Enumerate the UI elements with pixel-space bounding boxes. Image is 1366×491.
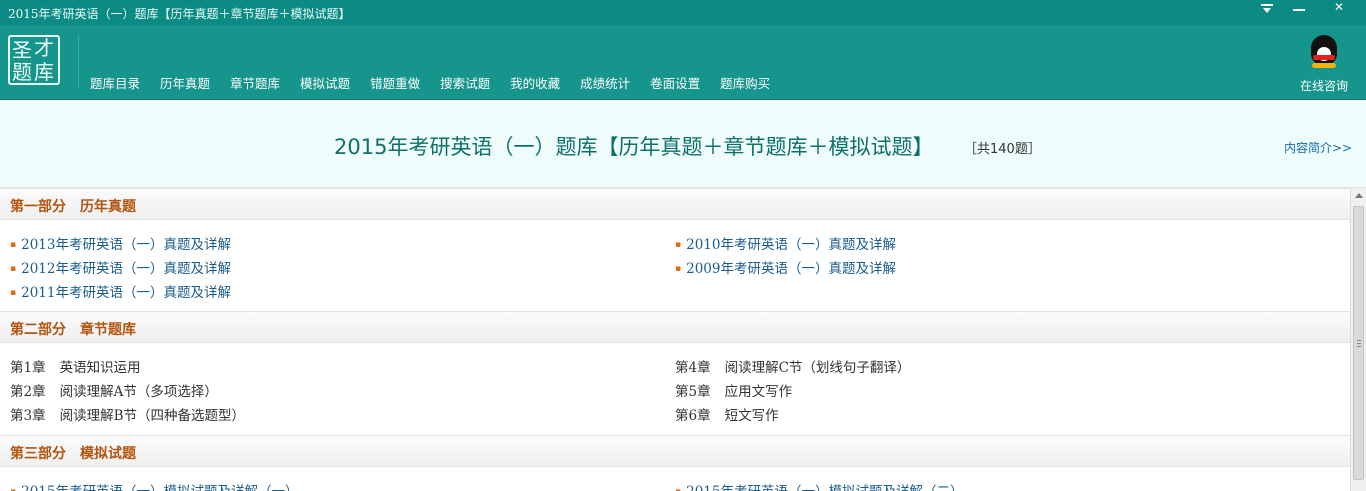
vertical-scrollbar[interactable] — [1350, 188, 1366, 491]
page-title: 2015年考研英语（一）题库【历年真题＋章节题库＋模拟试题】 — [334, 135, 934, 159]
section-title: 第一部分 历年真题 — [10, 199, 136, 215]
chapter-title: 阅读理解C节（划线句子翻译） — [724, 360, 911, 376]
section-header: 第一部分 历年真题 — [0, 188, 1350, 220]
app-logo: 圣 才 题 库 — [8, 35, 60, 85]
nav-page-settings[interactable]: 卷面设置 — [640, 75, 710, 95]
chapter-number: 第2章 — [10, 384, 46, 400]
qq-penguin-icon — [1309, 35, 1339, 69]
section-header: 第二部分 章节题库 — [0, 311, 1350, 343]
list-item-link[interactable]: 2010年考研英语（一）真题及详解 — [675, 233, 896, 253]
nav-purchase[interactable]: 题库购买 — [710, 75, 780, 95]
catalog-content: 第一部分 历年真题 2013年考研英语（一）真题及详解 2012年考研英语（一）… — [0, 188, 1350, 491]
nav-statistics[interactable]: 成绩统计 — [570, 75, 640, 95]
logo-char: 库 — [34, 60, 54, 84]
chapter-number: 第3章 — [10, 408, 46, 424]
close-button[interactable]: ✕ — [1320, 0, 1358, 16]
section-title: 第三部分 模拟试题 — [10, 446, 136, 462]
header-toolbar: 圣 才 题 库 题库目录 历年真题 章节题库 模拟试题 错题重做 搜索试题 我的… — [0, 25, 1366, 100]
chapter-title: 短文写作 — [724, 408, 779, 424]
chapter-item[interactable]: 第1章 英语知识运用 — [10, 356, 141, 376]
chapter-item[interactable]: 第6章 短文写作 — [675, 404, 779, 424]
window-title: 2015年考研英语（一）题库【历年真题＋章节题库＋模拟试题】 — [8, 7, 351, 21]
logo-char: 圣 — [12, 38, 32, 62]
scrollbar-thumb[interactable] — [1353, 206, 1364, 480]
nav-mock-tests[interactable]: 模拟试题 — [290, 75, 360, 95]
section-header: 第三部分 模拟试题 — [0, 435, 1350, 467]
title-bar: 2015年考研英语（一）题库【历年真题＋章节题库＋模拟试题】 ✕ — [0, 0, 1366, 25]
nav-chapter-bank[interactable]: 章节题库 — [220, 75, 290, 95]
chapter-item[interactable]: 第3章 阅读理解B节（四种备选题型） — [10, 404, 245, 424]
scroll-up-arrow-icon[interactable] — [1355, 193, 1363, 198]
list-item-link[interactable]: 2015年考研英语（一）模拟试题及详解（二） — [675, 480, 963, 491]
chapter-item[interactable]: 第4章 阅读理解C节（划线句子翻译） — [675, 356, 910, 376]
chapter-number: 第6章 — [675, 408, 711, 424]
minimize-button[interactable] — [1284, 0, 1314, 16]
main-nav: 题库目录 历年真题 章节题库 模拟试题 错题重做 搜索试题 我的收藏 成绩统计 … — [80, 75, 780, 95]
chapter-number: 第4章 — [675, 360, 711, 376]
nav-past-exams[interactable]: 历年真题 — [150, 75, 220, 95]
title-banner: 2015年考研英语（一）题库【历年真题＋章节题库＋模拟试题】 ［共140题］ 内… — [0, 101, 1366, 188]
nav-search[interactable]: 搜索试题 — [430, 75, 500, 95]
chapter-number: 第5章 — [675, 384, 711, 400]
chapter-item[interactable]: 第2章 阅读理解A节（多项选择） — [10, 380, 218, 400]
online-consult-label: 在线咨询 — [1299, 79, 1348, 93]
list-item-link[interactable]: 2013年考研英语（一）真题及详解 — [10, 233, 231, 253]
list-item-link[interactable]: 2015年考研英语（一）模拟试题及详解（一） — [10, 480, 298, 491]
chapter-title: 阅读理解B节（四种备选题型） — [59, 408, 246, 424]
list-item-link[interactable]: 2012年考研英语（一）真题及详解 — [10, 257, 231, 277]
chapter-title: 英语知识运用 — [59, 360, 141, 376]
nav-favorites[interactable]: 我的收藏 — [500, 75, 570, 95]
intro-link[interactable]: 内容简介>> — [1284, 139, 1352, 156]
chapter-title: 阅读理解A节（多项选择） — [59, 384, 218, 400]
online-consult-button[interactable]: 在线咨询 — [1296, 35, 1352, 95]
section-title: 第二部分 章节题库 — [10, 322, 136, 338]
dropdown-menu-icon[interactable] — [1252, 0, 1282, 16]
list-item-link[interactable]: 2011年考研英语（一）真题及详解 — [10, 281, 231, 301]
logo-char: 题 — [12, 60, 32, 84]
chapter-title: 应用文写作 — [724, 384, 793, 400]
chapter-number: 第1章 — [10, 360, 46, 376]
chapter-item[interactable]: 第5章 应用文写作 — [675, 380, 792, 400]
question-count: ［共140题］ — [964, 142, 1041, 157]
list-item-link[interactable]: 2009年考研英语（一）真题及详解 — [675, 257, 896, 277]
nav-catalog[interactable]: 题库目录 — [80, 75, 150, 95]
nav-redo-mistakes[interactable]: 错题重做 — [360, 75, 430, 95]
header-divider — [78, 35, 79, 87]
logo-char: 才 — [34, 36, 54, 60]
app-window: 2015年考研英语（一）题库【历年真题＋章节题库＋模拟试题】 ✕ 圣 才 题 库… — [0, 0, 1366, 491]
